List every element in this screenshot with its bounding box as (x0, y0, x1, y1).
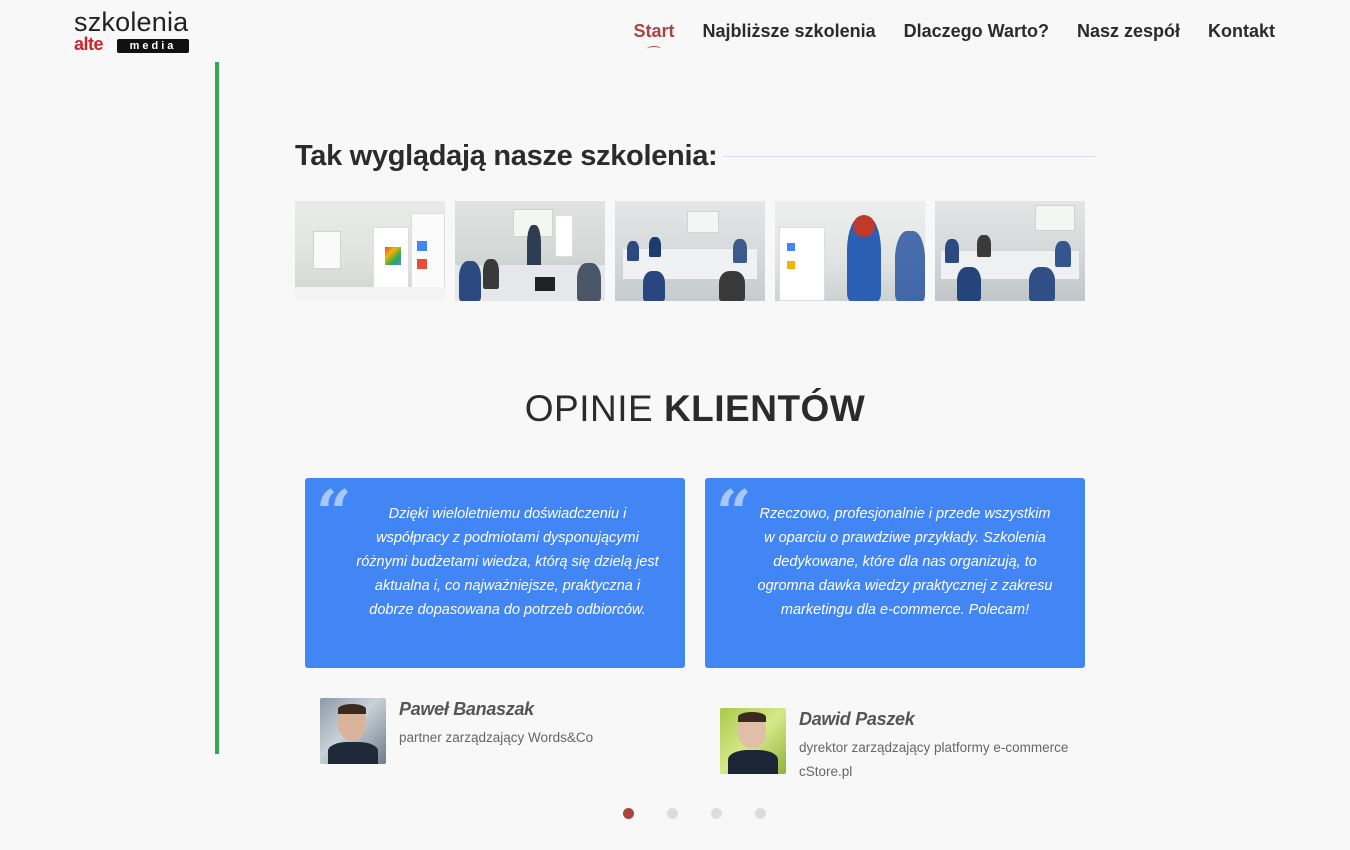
training-photo-5[interactable] (935, 201, 1085, 301)
avatar (720, 708, 786, 774)
author-name-1: Paweł Banaszak (399, 699, 534, 719)
author-role-2: dyrektor zarządzający platformy e-commer… (799, 740, 1069, 779)
training-photo-2[interactable] (455, 201, 605, 301)
slider-dot-3[interactable] (711, 808, 722, 819)
slider-dot-1[interactable] (623, 808, 634, 819)
logo-text-alte: alte (74, 34, 104, 54)
slider-dot-2[interactable] (667, 808, 678, 819)
author-role-1: partner zarządzający Words&Co (399, 730, 594, 745)
nav-our-team[interactable]: Nasz zespół (1077, 20, 1180, 42)
nav-contact[interactable]: Kontakt (1208, 20, 1275, 42)
nav-contact-label: Kontakt (1208, 21, 1275, 41)
nav-why-worth-it-label: Dlaczego Warto? (903, 21, 1049, 41)
nav-active-indicator (647, 46, 661, 52)
opinions-title-light: OPINIE (524, 388, 654, 429)
title-divider (723, 156, 1095, 157)
nav-upcoming-trainings-label: Najbliższe szkolenia (702, 21, 876, 41)
testimonial-card-2: “ Rzeczowo, profesjonalnie i przede wszy… (705, 478, 1085, 668)
gallery-title: Tak wyglądają nasze szkolenia: (295, 140, 718, 172)
main-nav: Start Najbliższe szkolenia Dlaczego Wart… (606, 20, 1275, 47)
training-photo-gallery (295, 201, 1085, 301)
nav-why-worth-it[interactable]: Dlaczego Warto? (904, 20, 1049, 42)
nav-start[interactable]: Start (633, 20, 675, 47)
testimonial-author-2: Dawid Paszek dyrektor zarządzający platf… (720, 708, 1089, 784)
logo-text-media: media (117, 39, 189, 53)
slider-dot-4[interactable] (755, 808, 766, 819)
nav-our-team-label: Nasz zespół (1076, 21, 1180, 41)
testimonial-quote-1: Dzięki wieloletniemu doświadczeniu i wsp… (356, 506, 659, 618)
training-photo-4[interactable] (775, 201, 925, 301)
quote-icon: “ (716, 476, 752, 549)
training-photo-3[interactable] (615, 201, 765, 301)
testimonial-pagination (623, 808, 799, 819)
opinions-title: OPINIE KLIENTÓW (0, 388, 1350, 430)
nav-upcoming-trainings[interactable]: Najbliższe szkolenia (703, 20, 876, 42)
avatar (320, 698, 386, 764)
logo-text-szkolenia: szkolenia (74, 7, 189, 37)
opinions-title-bold: KLIENTÓW (663, 388, 866, 429)
site-logo[interactable]: szkolenia alte media (74, 8, 194, 54)
testimonial-quote-2: Rzeczowo, profesjonalnie i przede wszyst… (757, 506, 1053, 618)
training-photo-1[interactable] (295, 201, 445, 301)
nav-start-label: Start (633, 21, 675, 41)
testimonial-card-1: “ Dzięki wieloletniemu doświadczeniu i w… (305, 478, 685, 668)
quote-icon: “ (316, 476, 352, 549)
testimonial-author-1: Paweł Banaszak partner zarządzający Word… (320, 698, 593, 764)
author-name-2: Dawid Paszek (799, 709, 915, 729)
